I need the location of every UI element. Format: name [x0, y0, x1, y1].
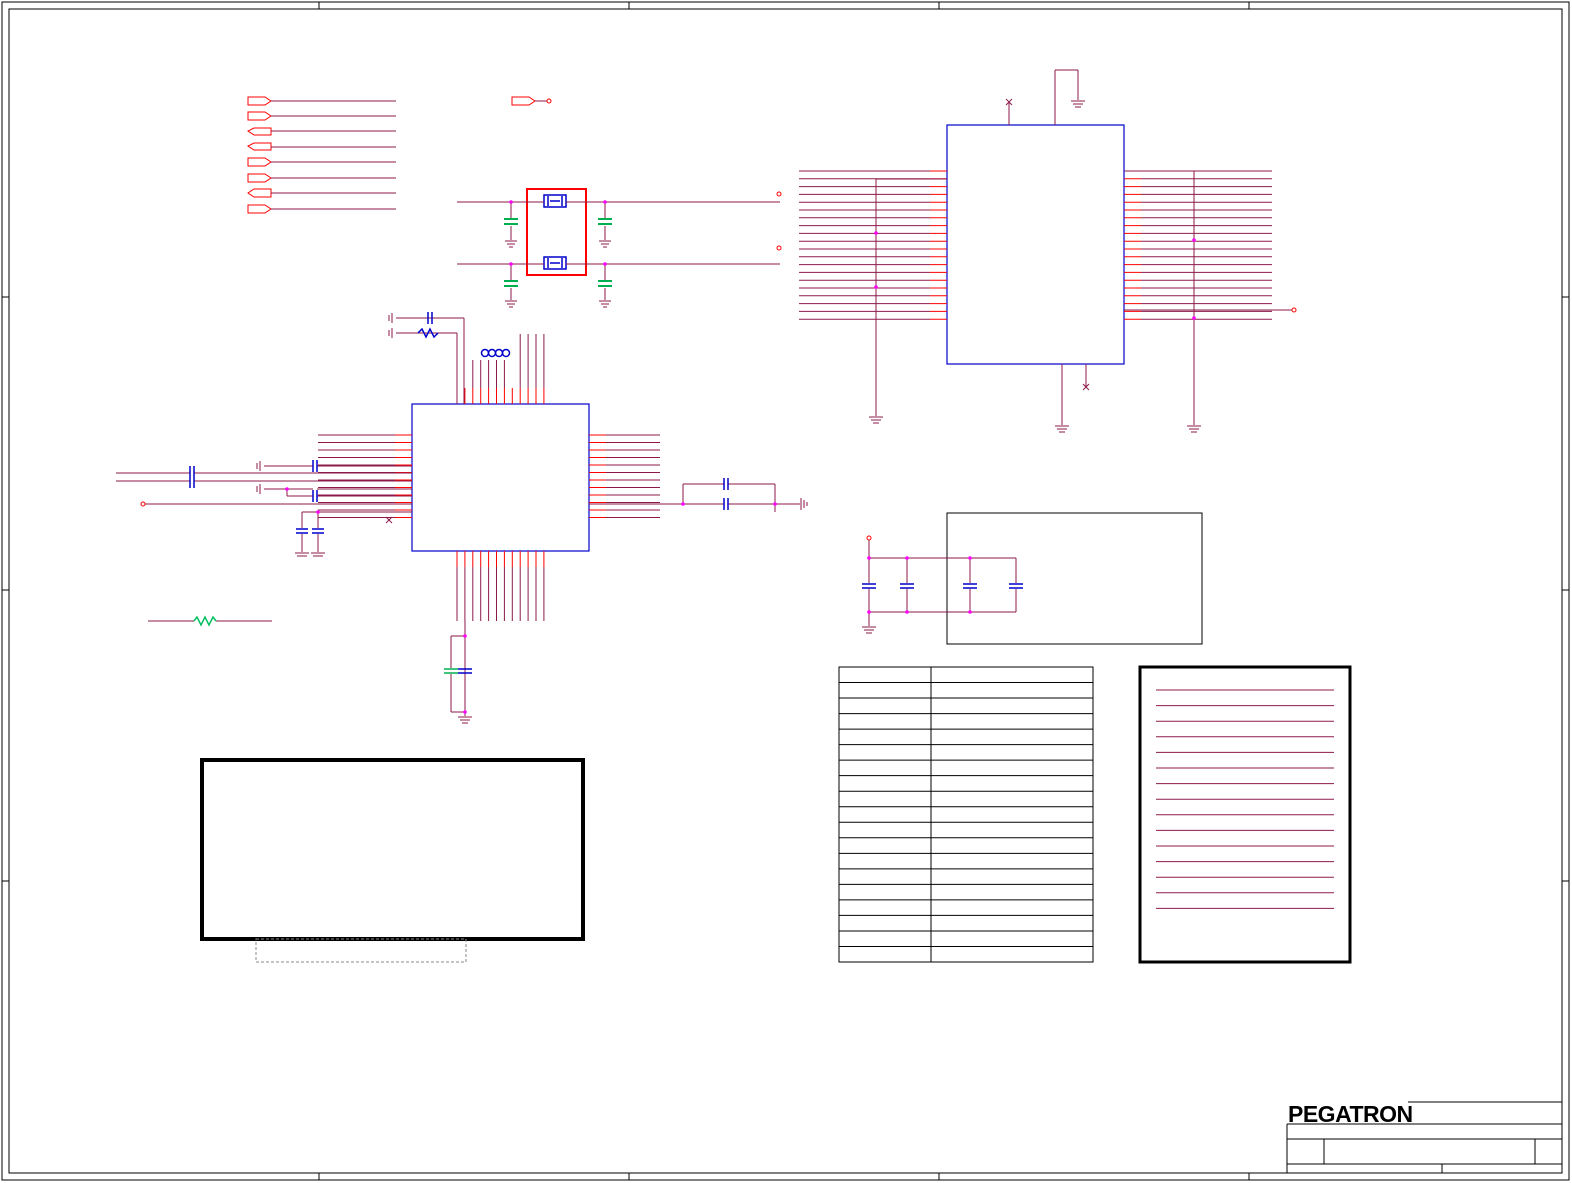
- decoupling-caps: [862, 512, 1203, 645]
- crystal-pair: [457, 188, 782, 308]
- note-box-right: [1138, 665, 1352, 964]
- resistor-standalone: [148, 615, 272, 627]
- sheet-frame: [1, 1, 1570, 1181]
- schematic-sheet: PEGATRON: [1, 1, 1570, 1181]
- strap-table: [838, 666, 1094, 963]
- company-logo: PEGATRON: [1288, 1101, 1413, 1127]
- ic-body: [946, 124, 1125, 365]
- ic-center-left: [116, 312, 808, 724]
- note-frame-left: [200, 758, 585, 963]
- offpage-connectors: [247, 96, 536, 214]
- crystal-2: [543, 256, 567, 270]
- junctions: [509, 200, 607, 266]
- net-terminal: [546, 98, 552, 104]
- crystal-1: [543, 194, 567, 208]
- ic-body: [411, 403, 590, 552]
- no-connect-marks: [1005, 98, 1090, 391]
- ic-top-right: [799, 69, 1297, 433]
- offpage-wires: [271, 100, 547, 210]
